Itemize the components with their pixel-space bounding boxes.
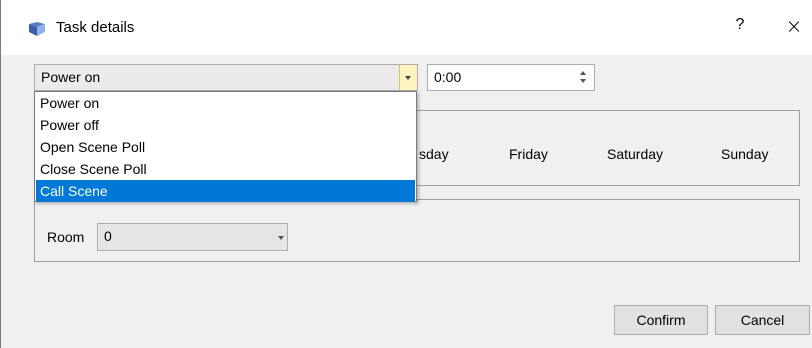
window-title: Task details	[56, 19, 135, 36]
action-dropdown-list[interactable]: Power on Power off Open Scene Poll Close…	[34, 91, 417, 202]
option-power-on[interactable]: Power on	[36, 92, 415, 114]
chevron-down-icon[interactable]	[399, 65, 417, 90]
day-partial-label[interactable]: sday	[419, 146, 449, 162]
time-spinbox[interactable]: 0:00	[427, 64, 595, 91]
confirm-button[interactable]: Confirm	[614, 305, 708, 335]
option-power-off[interactable]: Power off	[36, 114, 415, 136]
action-combobox[interactable]: Power on	[34, 64, 418, 91]
day-saturday[interactable]: Saturday	[607, 146, 663, 162]
time-spinbox-value: 0:00	[434, 69, 462, 85]
title-bar: Task details ? ×	[1, 0, 812, 55]
chevron-down-icon[interactable]	[278, 236, 284, 240]
room-label: Room	[47, 229, 85, 245]
room-combobox[interactable]: 0	[97, 223, 288, 251]
room-combobox-value: 0	[104, 228, 112, 244]
task-details-dialog: Task details ? × Power on 0:00 sday Frid…	[0, 0, 812, 348]
day-friday[interactable]: Friday	[509, 146, 548, 162]
action-combobox-value: Power on	[41, 69, 101, 85]
day-sunday[interactable]: Sunday	[721, 146, 768, 162]
help-button[interactable]: ?	[730, 16, 750, 34]
option-close-scene-poll[interactable]: Close Scene Poll	[36, 158, 415, 180]
cancel-button[interactable]: Cancel	[715, 305, 810, 335]
option-call-scene[interactable]: Call Scene	[36, 180, 415, 202]
spin-arrows-icon[interactable]	[579, 69, 587, 85]
close-button[interactable]: ×	[784, 14, 804, 38]
app-icon	[29, 22, 45, 36]
option-open-scene-poll[interactable]: Open Scene Poll	[36, 136, 415, 158]
